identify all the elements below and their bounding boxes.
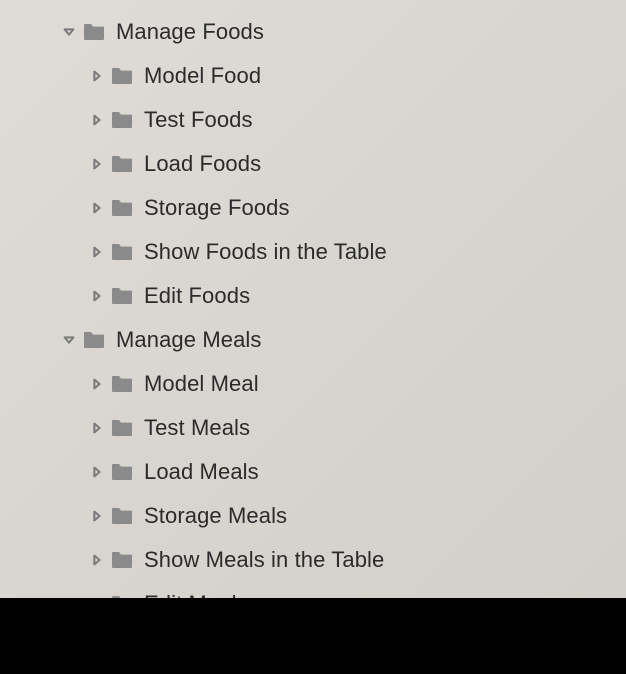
tree-view: Manage Foods Model Food Test Foods Load Foo… [0,10,626,626]
tree-row[interactable]: Manage Meals [0,318,626,362]
folder-icon [110,286,134,306]
tree-row[interactable]: Model Meal [0,362,626,406]
tree-row[interactable]: Manage Foods [0,10,626,54]
tree-row[interactable]: Load Foods [0,142,626,186]
tree-row[interactable]: Storage Foods [0,186,626,230]
tree-item-label: Show Meals in the Table [144,547,384,573]
tree-row[interactable]: Test Foods [0,98,626,142]
chevron-right-icon[interactable] [84,421,110,435]
chevron-right-icon[interactable] [84,553,110,567]
tree-row[interactable]: Show Foods in the Table [0,230,626,274]
bottom-bar [0,598,626,674]
tree-item-label: Model Food [144,63,261,89]
folder-icon [110,198,134,218]
tree-item-label: Edit Foods [144,283,250,309]
tree-item-label: Load Meals [144,459,259,485]
folder-icon [110,154,134,174]
chevron-right-icon[interactable] [84,113,110,127]
tree-row[interactable]: Model Food [0,54,626,98]
folder-icon [110,374,134,394]
tree-item-label: Storage Foods [144,195,290,221]
tree-item-label: Test Foods [144,107,253,133]
tree-item-label: Manage Meals [116,327,262,353]
folder-icon [110,66,134,86]
folder-icon [110,242,134,262]
tree-item-label: Model Meal [144,371,259,397]
tree-item-label: Show Foods in the Table [144,239,387,265]
folder-icon [82,330,106,350]
chevron-right-icon[interactable] [84,509,110,523]
chevron-right-icon[interactable] [84,245,110,259]
tree-row[interactable]: Storage Meals [0,494,626,538]
folder-icon [110,550,134,570]
tree-item-label: Manage Foods [116,19,264,45]
tree-row[interactable]: Load Meals [0,450,626,494]
chevron-right-icon[interactable] [84,289,110,303]
folder-icon [110,418,134,438]
folder-icon [82,22,106,42]
chevron-right-icon[interactable] [84,377,110,391]
chevron-right-icon[interactable] [84,465,110,479]
tree-row[interactable]: Show Meals in the Table [0,538,626,582]
folder-icon [110,462,134,482]
folder-icon [110,110,134,130]
tree-item-label: Load Foods [144,151,261,177]
chevron-down-icon[interactable] [56,333,82,347]
tree-row[interactable]: Edit Foods [0,274,626,318]
tree-row[interactable]: Test Meals [0,406,626,450]
chevron-right-icon[interactable] [84,69,110,83]
folder-icon [110,506,134,526]
chevron-right-icon[interactable] [84,157,110,171]
chevron-down-icon[interactable] [56,25,82,39]
tree-item-label: Storage Meals [144,503,287,529]
tree-item-label: Test Meals [144,415,250,441]
chevron-right-icon[interactable] [84,201,110,215]
